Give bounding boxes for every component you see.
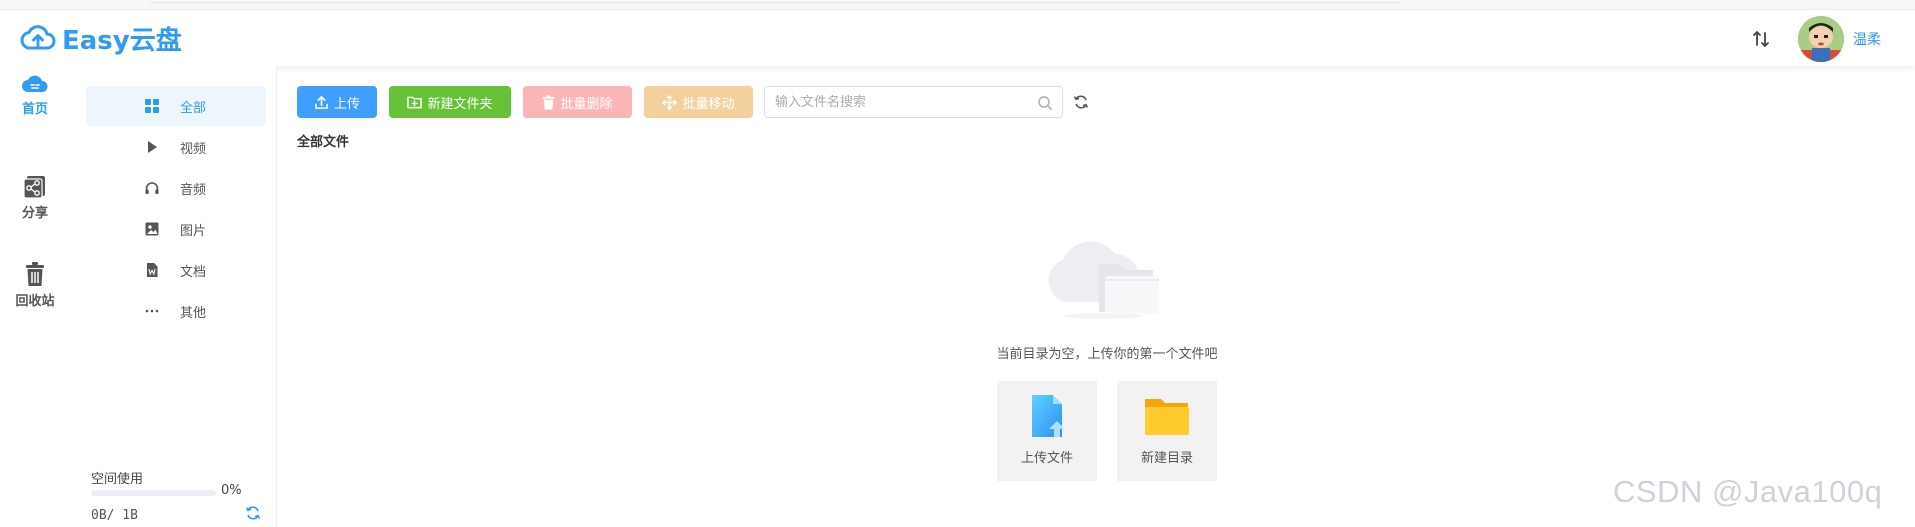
rail-item-home[interactable]: 首页 xyxy=(0,72,70,117)
avatar-image xyxy=(1798,16,1844,62)
storage-used: 0B/ 1B xyxy=(91,508,138,523)
upload-file-label: 上传文件 xyxy=(1020,451,1073,466)
folder-add-icon xyxy=(407,96,423,109)
document-icon xyxy=(147,263,158,277)
username[interactable]: 温柔 xyxy=(1853,29,1881,49)
batch-move-button[interactable]: 批量移动 xyxy=(644,86,753,118)
top-divider xyxy=(150,2,1400,3)
refresh-icon[interactable] xyxy=(1073,94,1089,110)
category-label: 全部 xyxy=(180,101,207,116)
cloud-home-icon xyxy=(22,75,48,92)
share-icon xyxy=(23,176,45,199)
batch-move-label: 批量移动 xyxy=(682,95,735,111)
primary-nav: 首页 分享 回收站 xyxy=(0,66,70,527)
category-label: 图片 xyxy=(180,224,207,239)
empty-cloud-illustration xyxy=(1048,241,1159,319)
image-icon xyxy=(145,222,159,236)
file-search-box[interactable] xyxy=(764,86,1063,118)
rail-item-recycle[interactable]: 回收站 xyxy=(0,260,70,309)
more-dots-icon xyxy=(145,309,159,313)
headphones-icon xyxy=(145,182,159,194)
empty-message: 当前目录为空，上传你的第一个文件吧 xyxy=(996,347,1218,362)
category-image[interactable]: 图片 xyxy=(86,209,266,249)
category-menu: 全部 视频 音频 图片 文档 其他 xyxy=(70,66,277,527)
batch-delete-button[interactable]: 批量删除 xyxy=(523,86,632,118)
category-all[interactable]: 全部 xyxy=(86,86,266,126)
storage-percent: 0% xyxy=(221,483,242,498)
new-directory-label: 新建目录 xyxy=(1140,451,1193,466)
category-video[interactable]: 视频 xyxy=(86,127,266,167)
folder-icon xyxy=(1145,399,1189,435)
search-input[interactable] xyxy=(773,92,1023,112)
watermark-text: CSDN @Java100q xyxy=(1613,474,1883,509)
refresh-storage-icon[interactable] xyxy=(245,505,261,521)
storage-usage: 空间使用 0% 0B/ 1B xyxy=(91,468,266,523)
category-label: 音频 xyxy=(180,183,207,198)
rail-label-recycle: 回收站 xyxy=(15,294,55,309)
new-folder-button[interactable]: 新建文件夹 xyxy=(389,86,511,118)
app-logo[interactable]: Easy云盘 xyxy=(20,19,182,57)
category-label: 其他 xyxy=(180,306,207,321)
batch-delete-label: 批量删除 xyxy=(560,95,613,111)
category-document[interactable]: 文档 xyxy=(86,250,266,290)
file-upload-icon xyxy=(1032,395,1065,437)
rail-item-share[interactable]: 分享 xyxy=(0,172,70,221)
category-other[interactable]: 其他 xyxy=(86,291,266,331)
trash-icon xyxy=(26,262,44,286)
transfer-sort-icon[interactable] xyxy=(1750,28,1772,50)
category-label: 文档 xyxy=(180,265,207,280)
upload-icon xyxy=(315,95,328,109)
upload-file-tile[interactable]: 上传文件 xyxy=(997,381,1097,481)
rail-label-share: 分享 xyxy=(21,206,48,221)
delete-icon xyxy=(543,95,555,109)
storage-progress-bar xyxy=(91,490,216,496)
play-icon xyxy=(148,141,157,153)
cloud-upload-icon xyxy=(20,25,56,50)
user-avatar[interactable] xyxy=(1798,16,1844,62)
app-header: Easy云盘 温柔 xyxy=(0,10,1915,66)
upload-label: 上传 xyxy=(333,95,360,111)
new-folder-label: 新建文件夹 xyxy=(427,95,493,111)
search-icon[interactable] xyxy=(1037,95,1053,111)
brand-name: Easy云盘 xyxy=(62,25,182,56)
category-label: 视频 xyxy=(180,142,207,157)
move-icon xyxy=(662,94,678,110)
browser-top-strip xyxy=(0,0,1915,10)
rail-label-home: 首页 xyxy=(21,102,48,117)
category-audio[interactable]: 音频 xyxy=(86,168,266,208)
new-directory-tile[interactable]: 新建目录 xyxy=(1117,381,1217,481)
upload-button[interactable]: 上传 xyxy=(297,86,377,118)
grid-icon xyxy=(145,99,159,113)
breadcrumb[interactable]: 全部文件 xyxy=(297,131,349,150)
